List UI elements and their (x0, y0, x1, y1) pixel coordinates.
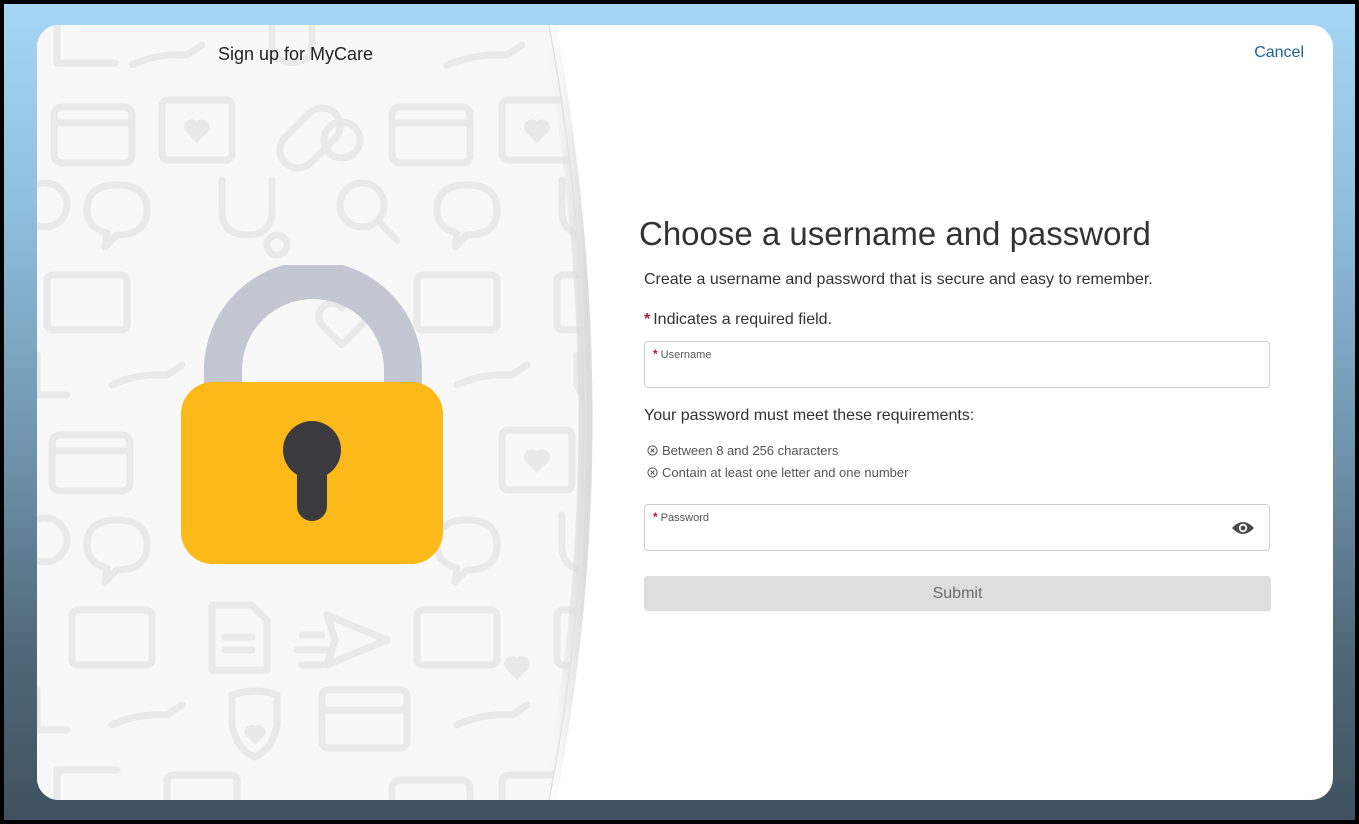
username-label: * Username (653, 347, 711, 361)
circle-x-icon (647, 466, 658, 478)
padlock-icon (181, 265, 443, 564)
page-heading: Choose a username and password (639, 215, 1151, 252)
cancel-link[interactable]: Cancel (1254, 44, 1304, 62)
username-input[interactable] (653, 363, 1213, 383)
eye-icon[interactable] (1231, 519, 1255, 537)
username-field[interactable]: * Username (644, 341, 1270, 388)
password-field[interactable]: * Password (644, 504, 1270, 551)
signup-card: Sign up for MyCare Cancel Choose a usern… (37, 25, 1333, 800)
required-note: * Indicates a required field. (644, 311, 832, 329)
password-label-text: Password (660, 512, 709, 524)
username-label-text: Username (660, 349, 712, 361)
page-subtext: Create a username and password that is s… (644, 271, 1153, 288)
app-title: Sign up for MyCare (218, 44, 374, 64)
password-requirements-list: Between 8 and 256 characters Contain at … (647, 439, 908, 483)
circle-x-icon (647, 444, 658, 456)
list-item: Between 8 and 256 characters (647, 439, 908, 461)
password-label: * Password (653, 510, 709, 524)
list-item: Contain at least one letter and one numb… (647, 461, 908, 483)
password-input[interactable] (653, 526, 1213, 546)
required-star: * (653, 347, 658, 361)
requirement-text: Between 8 and 256 characters (662, 442, 839, 458)
required-note-text: Indicates a required field. (653, 311, 833, 328)
illustration-panel: Sign up for MyCare (37, 25, 597, 800)
submit-button[interactable]: Submit (644, 576, 1271, 611)
required-star: * (644, 311, 651, 328)
password-requirements-heading: Your password must meet these requiremen… (644, 407, 975, 424)
requirement-text: Contain at least one letter and one numb… (662, 464, 909, 480)
required-star: * (653, 510, 658, 524)
